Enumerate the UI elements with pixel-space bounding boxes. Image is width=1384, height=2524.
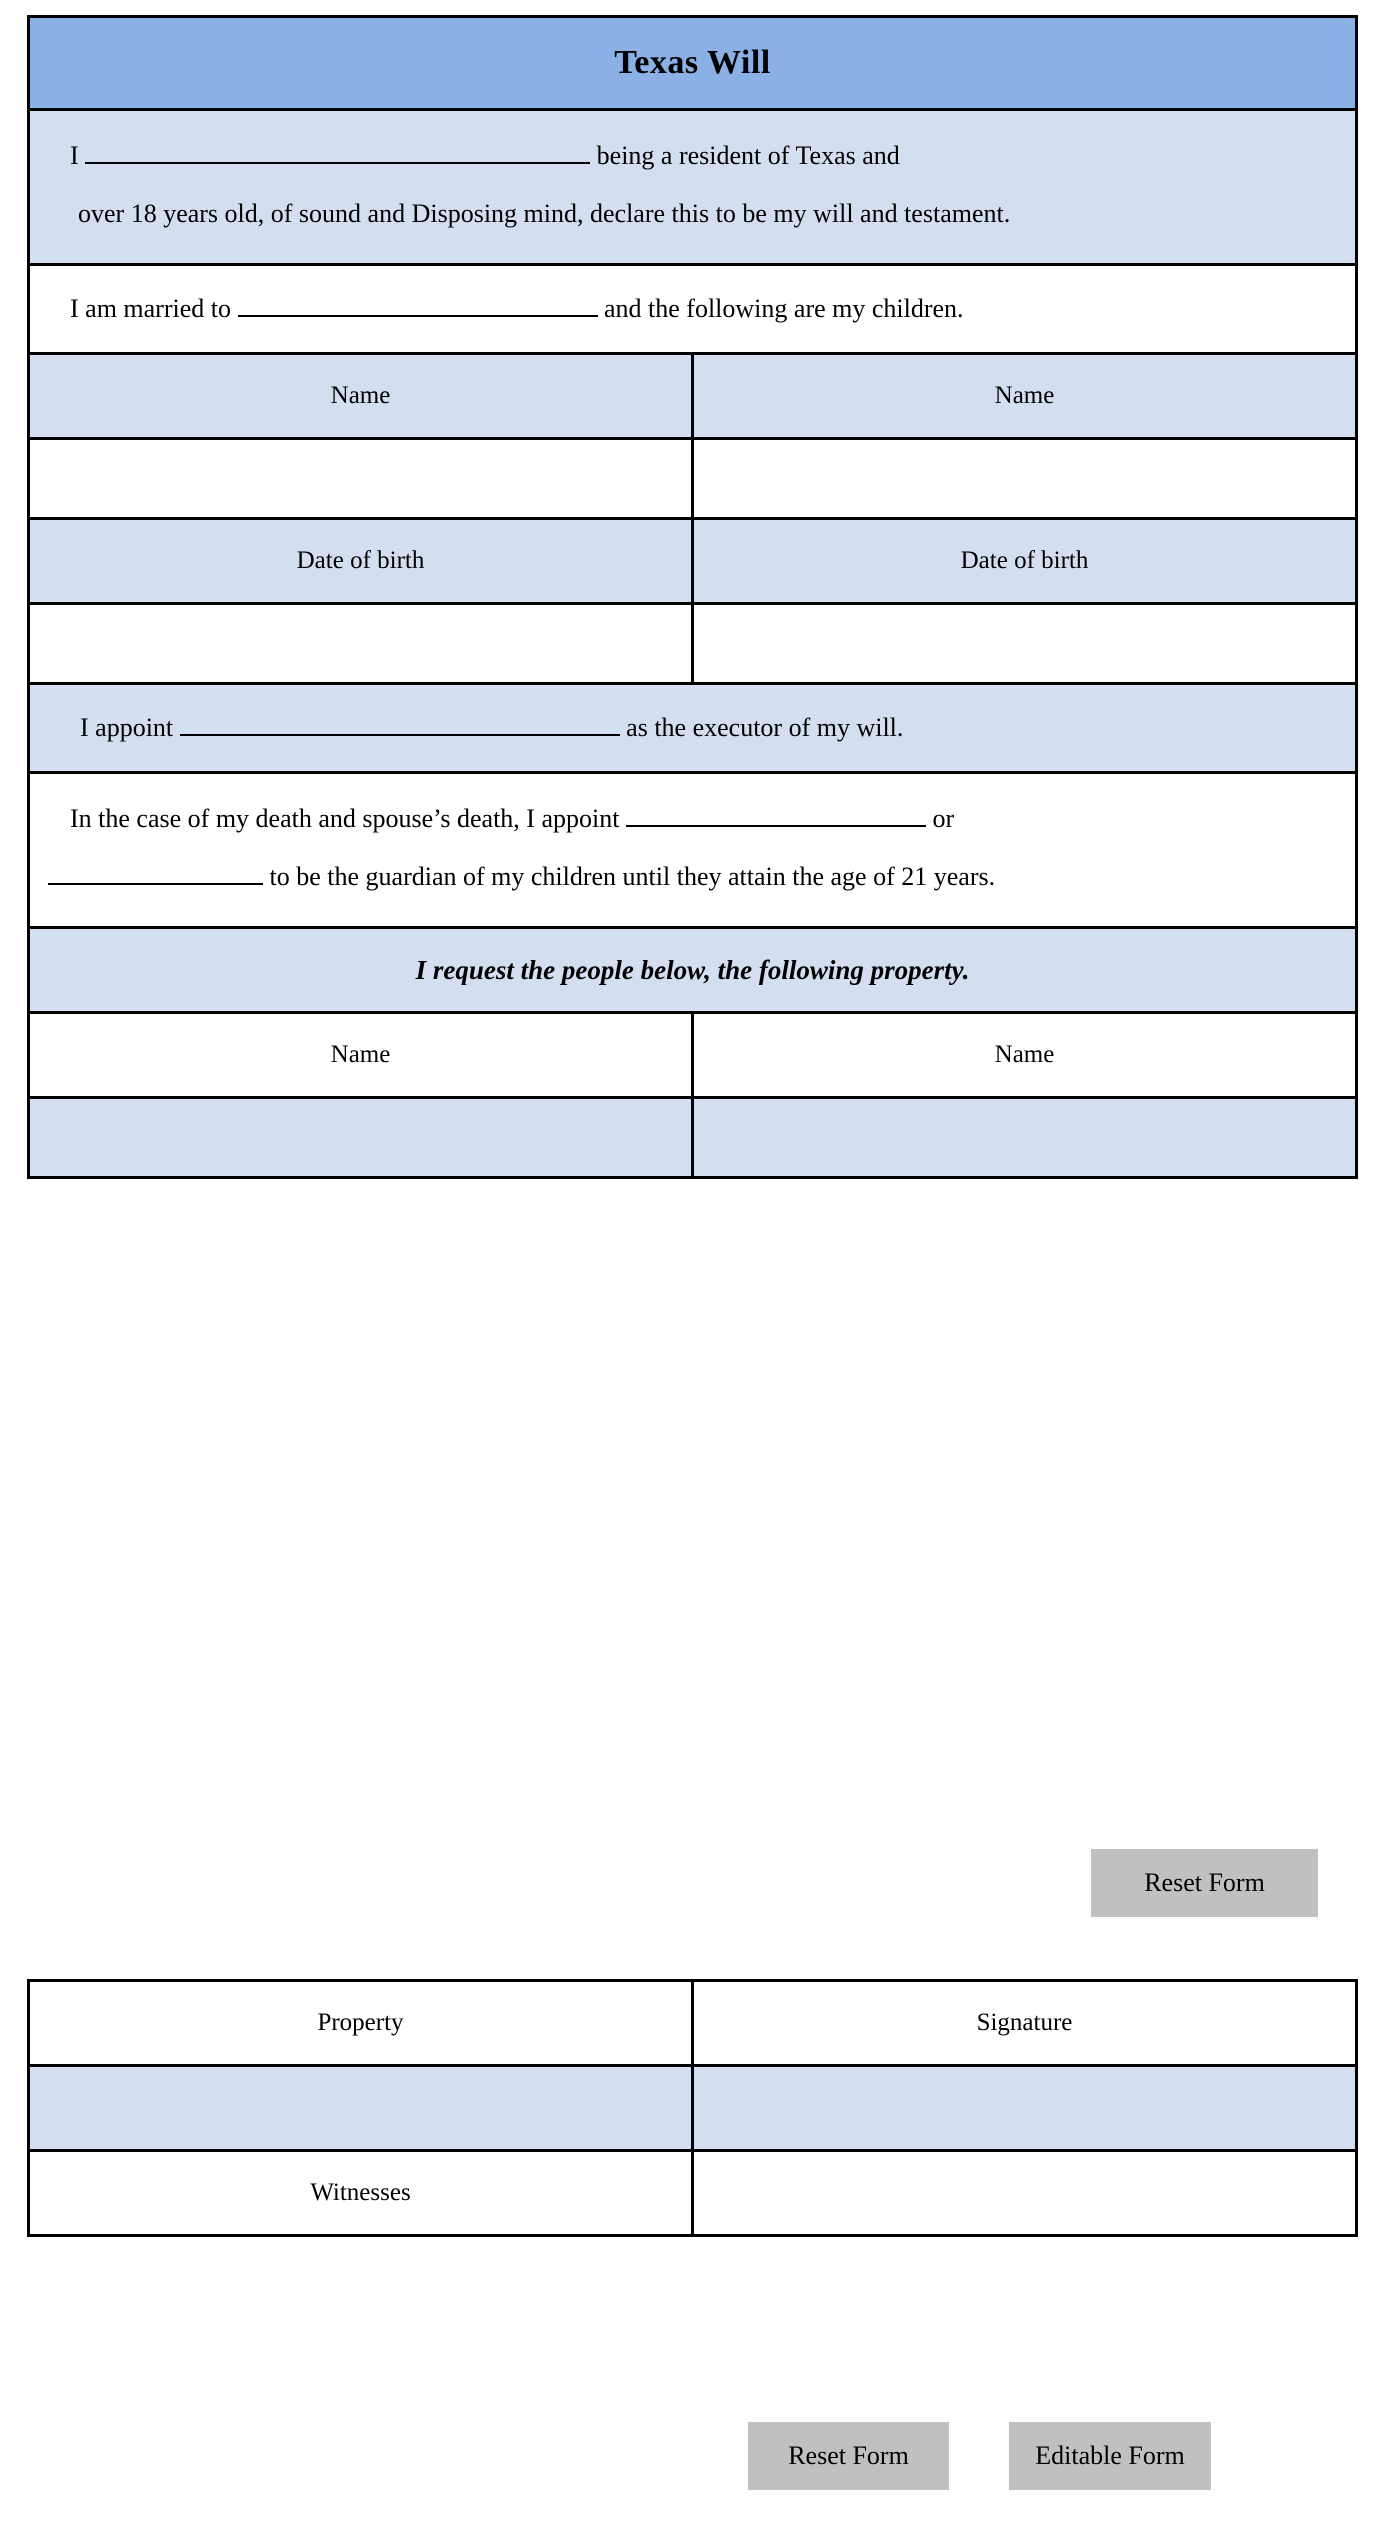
form-title-cell: Texas Will	[27, 15, 1358, 111]
child-1-dob-header: Date of birth	[27, 517, 694, 605]
children-dob-entry-row	[27, 602, 1358, 685]
marriage-cell: I am married to and the following are my…	[27, 263, 1358, 355]
beneficiary-1-name-field[interactable]	[27, 1096, 694, 1179]
property-value-field[interactable]	[27, 2064, 694, 2152]
declaration-line-1: I being a resident of Texas and	[48, 127, 1337, 185]
executor-cell: I appoint as the executor of my will.	[27, 682, 1358, 774]
executor-name-blank[interactable]	[179, 708, 620, 736]
child-1-dob-field[interactable]	[27, 602, 694, 685]
witness-row: Witnesses	[27, 2149, 1358, 2237]
children-dob-header-row: Date of birth Date of birth	[27, 517, 1358, 605]
guardian-line-2: to be the guardian of my children until …	[48, 848, 1337, 906]
child-2-name-field[interactable]	[691, 437, 1358, 520]
declaration-cell: I being a resident of Texas and over 18 …	[27, 108, 1358, 266]
property-name-header-row: Name Name	[27, 1011, 1358, 1099]
executor-lead: I appoint	[80, 713, 174, 742]
marriage-tail: and the following are my children.	[604, 294, 964, 323]
guardian-lead: In the case of my death and spouse’s dea…	[70, 804, 620, 833]
signature-table: Property Signature Witnesses	[27, 1979, 1358, 2237]
property-name-entry-row	[27, 1096, 1358, 1179]
guardian-row: In the case of my death and spouse’s dea…	[27, 771, 1358, 929]
signature-header-row: Property Signature	[27, 1979, 1358, 2067]
child-1-name-header: Name	[27, 352, 694, 440]
children-name-header-row: Name Name	[27, 352, 1358, 440]
signature-column-header: Signature	[691, 1979, 1358, 2067]
guardian-primary-blank[interactable]	[625, 799, 926, 827]
guardian-cell: In the case of my death and spouse’s dea…	[27, 771, 1358, 929]
witnesses-label: Witnesses	[27, 2149, 694, 2237]
beneficiary-1-name-header: Name	[27, 1011, 694, 1099]
declaration-line-2: over 18 years old, of sound and Disposin…	[78, 199, 1011, 228]
child-2-dob-header: Date of birth	[691, 517, 1358, 605]
guardian-tail: to be the guardian of my children until …	[269, 862, 996, 891]
guardian-alternate-blank[interactable]	[48, 857, 263, 885]
page-title: Texas Will	[614, 44, 771, 81]
declaration-tail: being a resident of Texas and	[596, 141, 900, 170]
executor-row: I appoint as the executor of my will.	[27, 682, 1358, 774]
signature-value-field[interactable]	[691, 2064, 1358, 2152]
witnesses-field[interactable]	[691, 2149, 1358, 2237]
child-2-name-header: Name	[691, 352, 1358, 440]
guardian-or: or	[932, 804, 955, 833]
spouse-name-blank[interactable]	[237, 289, 598, 317]
will-form-page: Texas Will I being a resident of Texas a…	[0, 0, 1384, 2524]
reset-form-button-bottom[interactable]: Reset Form	[748, 2422, 949, 2490]
title-row: Texas Will	[27, 15, 1358, 111]
child-2-dob-field[interactable]	[691, 602, 1358, 685]
marriage-row: I am married to and the following are my…	[27, 263, 1358, 355]
child-1-name-field[interactable]	[27, 437, 694, 520]
beneficiary-2-name-field[interactable]	[691, 1096, 1358, 1179]
reset-form-button-top[interactable]: Reset Form	[1091, 1849, 1318, 1917]
declaration-lead: I	[70, 141, 79, 170]
guardian-line-1: In the case of my death and spouse’s dea…	[48, 790, 1337, 848]
property-column-header: Property	[27, 1979, 694, 2067]
signature-entry-row	[27, 2064, 1358, 2152]
children-name-entry-row	[27, 437, 1358, 520]
beneficiary-2-name-header: Name	[691, 1011, 1358, 1099]
declarant-name-blank[interactable]	[85, 136, 591, 164]
will-form-table: Texas Will I being a resident of Texas a…	[27, 15, 1358, 1179]
declaration-row: I being a resident of Texas and over 18 …	[27, 108, 1358, 266]
property-request-row: I request the people below, the followin…	[27, 926, 1358, 1014]
marriage-lead: I am married to	[70, 294, 231, 323]
editable-form-button[interactable]: Editable Form	[1009, 2422, 1211, 2490]
executor-tail: as the executor of my will.	[626, 713, 904, 742]
property-request-heading: I request the people below, the followin…	[27, 926, 1358, 1014]
